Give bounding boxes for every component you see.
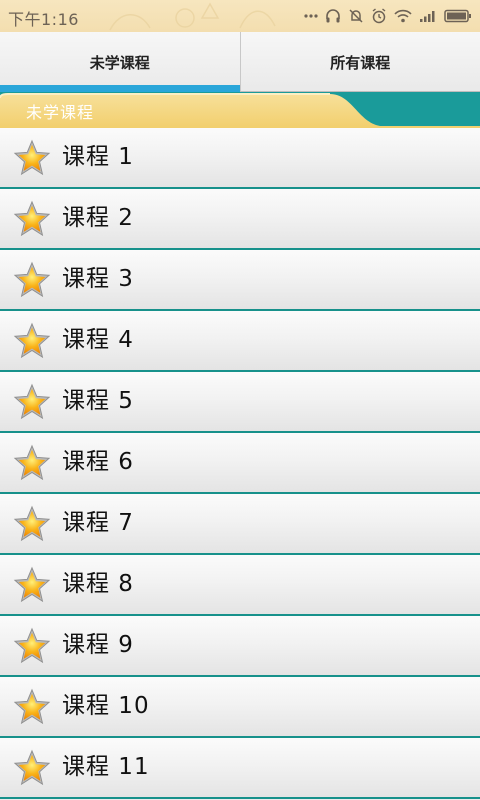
course-list-item[interactable]: 课程 4 [0,311,480,372]
course-label: 课程 3 [62,266,134,292]
course-list: 课程 1 课程 2 课程 3 课程 4 课程 5 课程 6 课程 7 课程 8 … [0,128,480,800]
course-list-item[interactable]: 课程 11 [0,738,480,799]
tab-bar: 未学课程 所有课程 [0,32,480,92]
star-icon [13,261,51,298]
tab-label: 未学课程 [89,53,150,72]
more-dots-icon [304,14,318,18]
course-list-item[interactable]: 课程 9 [0,616,480,677]
course-label: 课程 2 [62,205,134,231]
star-icon [13,505,51,542]
status-icons [304,6,472,26]
course-label: 课程 10 [62,693,150,719]
star-icon [13,200,51,237]
signal-icon [420,11,435,22]
course-list-item[interactable]: 课程 6 [0,433,480,494]
tab-label: 所有课程 [330,53,391,72]
course-label: 课程 9 [62,632,134,658]
star-icon [13,383,51,420]
course-list-item[interactable]: 课程 5 [0,372,480,433]
alarm-icon [372,8,386,24]
status-bar: 下午1:16 [0,0,480,32]
star-icon [13,139,51,176]
course-list-item[interactable]: 课程 8 [0,555,480,616]
course-list-item[interactable]: 课程 3 [0,250,480,311]
course-label: 课程 5 [62,388,134,414]
course-label: 课程 6 [62,449,134,475]
headphones-icon [326,9,340,23]
star-icon [13,627,51,664]
star-icon [13,322,51,359]
tab-unlearned-courses[interactable]: 未学课程 [0,32,241,92]
course-list-item[interactable]: 课程 7 [0,494,480,555]
course-label: 课程 8 [62,571,134,597]
bell-off-icon [349,9,363,23]
course-list-item[interactable]: 课程 10 [0,677,480,738]
star-icon [13,749,51,786]
tab-all-courses[interactable]: 所有课程 [241,32,480,92]
star-icon [13,566,51,603]
section-header: 未学课程 [0,92,480,128]
course-label: 课程 4 [62,327,134,353]
status-time: 下午1:16 [8,10,79,29]
star-icon [13,444,51,481]
star-icon [13,688,51,725]
course-label: 课程 7 [62,510,134,536]
course-list-item[interactable]: 课程 1 [0,128,480,189]
course-label: 课程 11 [62,754,150,780]
course-list-item[interactable]: 课程 2 [0,189,480,250]
status-bar-doodle [109,2,276,31]
wifi-icon [394,9,412,23]
battery-icon [444,9,471,23]
course-label: 课程 1 [62,144,134,170]
section-title: 未学课程 [26,103,95,122]
